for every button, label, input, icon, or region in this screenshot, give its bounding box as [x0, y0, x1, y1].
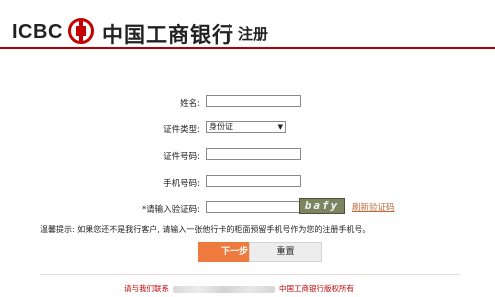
captcha-input[interactable]: [206, 201, 301, 213]
id-type-label: 证件类型:: [163, 125, 200, 135]
reset-button[interactable]: 重置: [249, 242, 322, 262]
id-type-select[interactable]: 身份证 ▼: [206, 121, 286, 133]
footer: 请与我们联系 中国工商银行版权所有: [124, 283, 354, 294]
captcha-label: *请输入验证码:: [141, 205, 200, 215]
phone-label: 手机号码:: [163, 179, 200, 189]
header: ICBC 中国工商银行 注册: [0, 0, 495, 58]
id-number-label: 证件号码:: [163, 152, 200, 162]
redacted-contact: [173, 285, 275, 293]
captcha-image[interactable]: bafy: [299, 198, 345, 214]
header-rule: [0, 47, 495, 49]
name-input[interactable]: [206, 95, 301, 107]
id-type-value: 身份证: [209, 122, 233, 131]
name-label: 姓名:: [180, 99, 200, 109]
brand-en: ICBC: [12, 21, 63, 43]
refresh-captcha-link[interactable]: 刷新验证码: [352, 201, 395, 213]
icbc-logo-icon: [68, 18, 94, 44]
phone-input[interactable]: [206, 175, 301, 187]
id-number-input[interactable]: [206, 148, 301, 160]
brand-cn: 中国工商银行: [102, 23, 234, 47]
header-divider: [229, 24, 230, 42]
footer-rule: [40, 274, 460, 275]
chevron-down-icon: ▼: [277, 123, 283, 131]
tip-text: 温馨提示: 如果您还不是我行客户, 请输入一张他行卡的柜面预留手机号作为您的注册…: [40, 225, 371, 234]
page-title: 注册: [238, 25, 269, 43]
footer-copyright: 中国工商银行版权所有: [279, 284, 354, 293]
footer-contact: 请与我们联系: [124, 284, 169, 293]
